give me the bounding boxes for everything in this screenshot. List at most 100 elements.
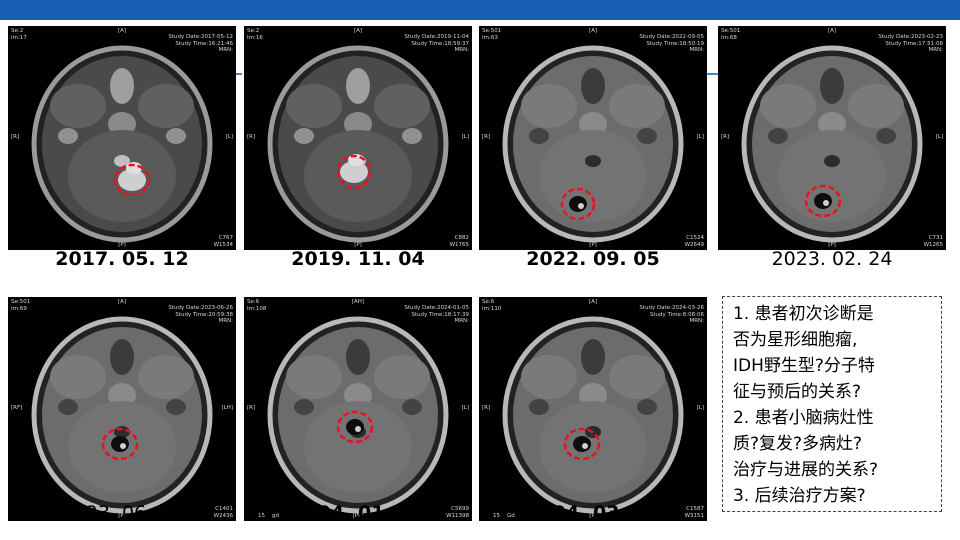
mri-image	[31, 45, 213, 243]
brain-structure	[355, 426, 361, 432]
orientation-right: [L]	[696, 134, 704, 140]
brain-structure	[346, 339, 370, 375]
window-level: C1524 W2649	[684, 235, 704, 248]
header-bar	[0, 0, 960, 20]
brain-structure	[820, 68, 844, 104]
study-datetime: Study Date:2022-09-05 Study Time:18:50:1…	[639, 34, 704, 53]
brain-structure	[374, 355, 430, 399]
brain-structure	[110, 339, 134, 375]
brain-structure	[521, 355, 577, 399]
mri-image	[741, 45, 923, 243]
mri-scan-panel: Se:501 Im:69 [A] Study Date:2023-06-26 Stu…	[8, 297, 236, 521]
orientation-left: [R]	[247, 405, 256, 411]
brain-structure	[114, 426, 130, 438]
brain-structure	[848, 84, 904, 128]
brain-structure	[529, 128, 549, 144]
study-datetime: Study Date:2019-11-04 Study Time:18:59:3…	[404, 34, 469, 53]
brain-structure	[286, 84, 342, 128]
orientation-right: [LH]	[221, 405, 234, 411]
mri-image	[267, 45, 449, 243]
scan-date-label: 2017. 05. 12	[55, 248, 189, 270]
brain-structure	[768, 128, 788, 144]
question-line: 治疗与进展的关系?	[733, 460, 879, 480]
brain-structure	[346, 419, 364, 435]
brain-structure	[760, 84, 816, 128]
brain-structure	[581, 339, 605, 375]
scan-date-label: 2024. 03. 26	[526, 502, 660, 524]
brain-structure	[876, 128, 896, 144]
orientation-right: [L]	[935, 134, 943, 140]
brain-structure	[138, 355, 194, 399]
window-level: C731 W1265	[923, 235, 943, 248]
orientation-right: [L]	[461, 405, 469, 411]
brain-structure	[58, 128, 78, 144]
mri-scan-panel: Se:6 Im:108 [AH] Study Date:2024-01-05 Stu…	[244, 297, 472, 521]
question-line: 质?复发?多病灶?	[733, 434, 863, 454]
brain-structure	[402, 399, 422, 415]
scan-date-label: 2024. 01. 05	[291, 502, 425, 524]
brain-structure	[585, 155, 601, 167]
question-line: 3. 后续治疗方案?	[733, 486, 866, 506]
scan-date-label: 2023. 02. 24	[771, 248, 893, 270]
brain-structure	[50, 84, 106, 128]
study-datetime: Study Date:2023-02-23 Study Time:17:51:0…	[878, 34, 943, 53]
brain-structure	[569, 196, 587, 212]
brain-structure	[637, 399, 657, 415]
orientation-left: [R]	[247, 134, 256, 140]
orientation-right: [L]	[225, 134, 233, 140]
brain-structure	[294, 128, 314, 144]
brain-structure	[58, 399, 78, 415]
brain-structure	[778, 130, 886, 222]
question-line: IDH野生型?分子特	[733, 356, 875, 376]
orientation-left: [RF]	[11, 405, 23, 411]
brain-structure	[578, 203, 584, 209]
mri-image	[502, 316, 684, 514]
brain-structure	[346, 68, 370, 104]
orientation-left: [R]	[482, 134, 491, 140]
question-line: 否为星形细胞瘤,	[733, 330, 858, 350]
brain-structure	[304, 401, 412, 493]
brain-structure	[50, 355, 106, 399]
orientation-left: [R]	[11, 134, 20, 140]
mri-scan-panel: Se:2 Im:16 [A] Study Date:2019-11-04 Study…	[244, 26, 472, 250]
orientation-left: [R]	[482, 405, 491, 411]
brain-structure	[110, 68, 134, 104]
mri-image	[502, 45, 684, 243]
brain-structure	[539, 401, 647, 493]
brain-structure	[138, 84, 194, 128]
scan-date-label: 2019. 11. 04	[291, 248, 425, 270]
brain-structure	[294, 399, 314, 415]
brain-structure	[374, 84, 430, 128]
question-line: 1. 患者初次诊断是	[733, 304, 874, 324]
study-datetime: Study Date:2024-01-05 Study Time:18:17:3…	[404, 305, 469, 324]
brain-structure	[166, 128, 186, 144]
window-level: C882 W1765	[449, 235, 469, 248]
brain-structure	[609, 355, 665, 399]
question-line: 2. 患者小脑病灶性	[733, 408, 874, 428]
brain-structure	[286, 355, 342, 399]
mri-scan-panel: Se:6 Im:110 [A] Study Date:2024-03-26 Stud…	[479, 297, 707, 521]
brain-structure	[521, 84, 577, 128]
mri-scan-panel: Se:501 Im:68 [A] Study Date:2023-02-23 Stu…	[718, 26, 946, 250]
brain-structure	[126, 162, 142, 174]
brain-structure	[582, 443, 588, 449]
brain-structure	[609, 84, 665, 128]
mri-image	[267, 316, 449, 514]
orientation-left: [R]	[721, 134, 730, 140]
brain-structure	[573, 436, 591, 452]
brain-structure	[166, 399, 186, 415]
brain-structure	[402, 128, 422, 144]
scan-date-label: 2022. 09. 05	[526, 248, 660, 270]
brain-structure	[120, 443, 126, 449]
mri-scan-panel: Se:501 Im:63 [A] Study Date:2022-09-05 Stu…	[479, 26, 707, 250]
mri-image	[31, 316, 213, 514]
brain-structure	[111, 436, 129, 452]
scan-date-label: 2023. 06. 26	[61, 502, 183, 524]
timeline-connector	[705, 73, 719, 75]
orientation-right: [L]	[461, 134, 469, 140]
clinical-questions-box: 1. 患者初次诊断是 否为星形细胞瘤, IDH野生型?分子特 征与预后的关系? …	[722, 296, 942, 512]
study-datetime: Study Date:2023-06-26 Study Time:20:59:3…	[168, 305, 233, 324]
brain-structure	[814, 193, 832, 209]
orientation-right: [L]	[696, 405, 704, 411]
brain-structure	[823, 200, 829, 206]
